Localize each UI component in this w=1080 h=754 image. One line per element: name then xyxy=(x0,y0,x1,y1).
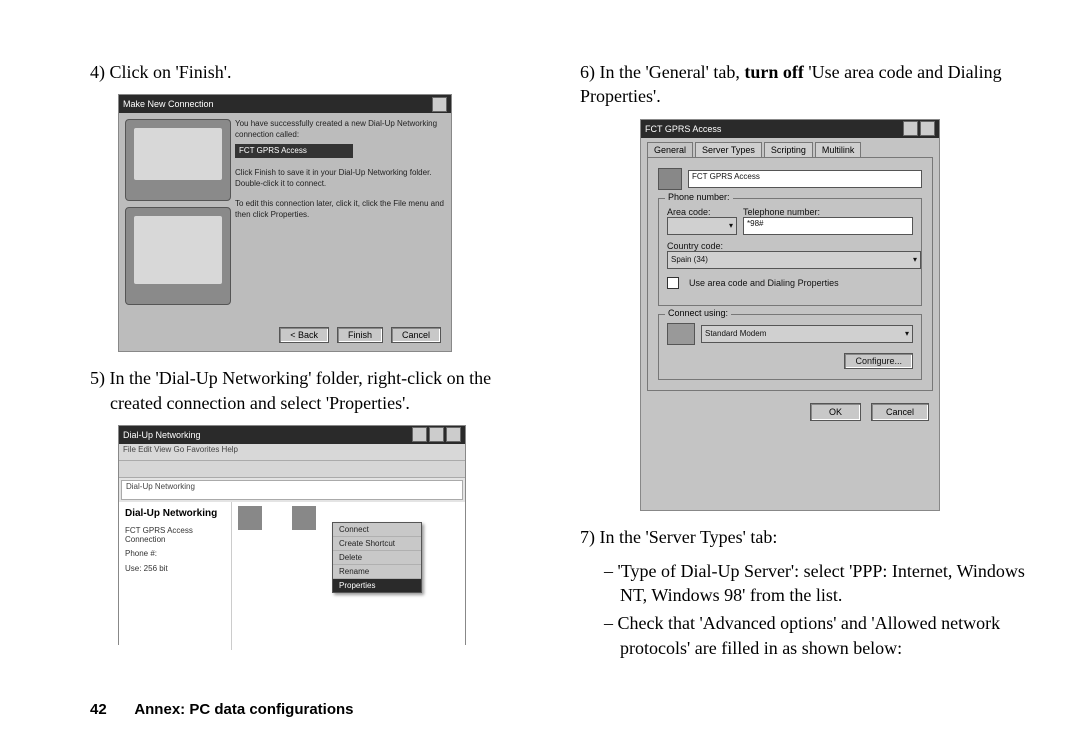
maximize-icon[interactable] xyxy=(429,427,444,442)
screenshot-make-new-connection: Make New Connection You have successfull… xyxy=(118,94,452,352)
side-item: Phone #: xyxy=(125,550,225,559)
country-field[interactable]: Spain (34)▾ xyxy=(667,251,921,269)
wizard-text-mid: Click Finish to save it in your Dial-Up … xyxy=(235,168,445,189)
chevron-down-icon: ▾ xyxy=(905,329,909,338)
window-title-2: Dial-Up Networking xyxy=(123,430,201,440)
titlebar: Make New Connection xyxy=(119,95,451,113)
context-menu: Connect Create Shortcut Delete Rename Pr… xyxy=(332,522,422,593)
wizard-graphic-top xyxy=(125,119,231,201)
titlebar-2: Dial-Up Networking xyxy=(119,426,465,444)
icon-connection[interactable] xyxy=(292,506,316,530)
page-footer: 42 Annex: PC data configurations xyxy=(90,701,354,718)
cancel-button[interactable]: Cancel xyxy=(871,403,929,421)
telephone-label: Telephone number: xyxy=(743,207,913,217)
step-6: 6) In the 'General' tab, turn off 'Use a… xyxy=(580,60,1030,109)
group-connect-legend: Connect using: xyxy=(665,308,731,318)
configure-button[interactable]: Configure... xyxy=(844,353,913,369)
close-icon[interactable] xyxy=(446,427,461,442)
side-heading: Dial-Up Networking xyxy=(125,508,225,519)
connection-icon xyxy=(658,168,682,190)
wizard-text-top: You have successfully created a new Dial… xyxy=(235,119,445,140)
menu-connect[interactable]: Connect xyxy=(333,523,421,537)
screenshot-properties-dialog: FCT GPRS Access General Server Types Scr… xyxy=(640,119,940,511)
help-icon[interactable] xyxy=(903,121,918,136)
group-connect: Connect using: Standard Modem▾ Configure… xyxy=(658,314,922,380)
menu-properties[interactable]: Properties xyxy=(333,579,421,592)
cancel-button[interactable]: Cancel xyxy=(391,327,441,343)
group-phone: Phone number: Area code: ▾ Telephone num… xyxy=(658,198,922,306)
titlebar-3: FCT GPRS Access xyxy=(641,120,939,138)
menu-delete[interactable]: Delete xyxy=(333,551,421,565)
country-label: Country code: xyxy=(667,241,913,251)
tab-scripting[interactable]: Scripting xyxy=(764,142,813,157)
checkbox-area-code[interactable] xyxy=(667,277,679,289)
modem-icon xyxy=(667,323,695,345)
group-phone-legend: Phone number: xyxy=(665,192,733,202)
wizard-text-bot: To edit this connection later, click it,… xyxy=(235,199,445,220)
toolbar[interactable] xyxy=(119,461,465,478)
area-code-label: Area code: xyxy=(667,207,737,217)
menu-shortcut[interactable]: Create Shortcut xyxy=(333,537,421,551)
window-title: Make New Connection xyxy=(123,99,214,109)
minimize-icon[interactable] xyxy=(412,427,427,442)
close-icon[interactable] xyxy=(920,121,935,136)
footer-title: Annex: PC data configurations xyxy=(134,701,353,718)
window-title-3: FCT GPRS Access xyxy=(645,124,721,134)
menu-bar[interactable]: File Edit View Go Favorites Help xyxy=(119,444,465,461)
icon-make-new[interactable] xyxy=(238,506,262,530)
ok-button[interactable]: OK xyxy=(810,403,861,421)
close-icon[interactable] xyxy=(432,97,447,112)
menu-rename[interactable]: Rename xyxy=(333,565,421,579)
step-4: 4) Click on 'Finish'. xyxy=(90,60,540,84)
side-item: FCT GPRS Access Connection xyxy=(125,527,225,545)
address-bar[interactable]: Dial-Up Networking xyxy=(121,480,463,500)
step-7: 7) In the 'Server Types' tab: xyxy=(580,525,1030,549)
chevron-down-icon: ▾ xyxy=(729,221,733,230)
modem-select[interactable]: Standard Modem▾ xyxy=(701,325,913,343)
finish-button[interactable]: Finish xyxy=(337,327,383,343)
tabs: General Server Types Scripting Multilink xyxy=(641,138,939,157)
chevron-down-icon: ▾ xyxy=(913,255,917,264)
tab-general[interactable]: General xyxy=(647,142,693,157)
step-7-bullet-2: – Check that 'Advanced options' and 'All… xyxy=(580,611,1030,660)
side-panel: Dial-Up Networking FCT GPRS Access Conne… xyxy=(119,502,231,650)
checkbox-area-code-label: Use area code and Dialing Properties xyxy=(689,278,839,288)
area-code-field[interactable]: ▾ xyxy=(667,217,737,235)
wizard-graphic-bottom xyxy=(125,207,231,305)
folder-view[interactable]: Connect Create Shortcut Delete Rename Pr… xyxy=(231,502,465,650)
tab-multilink[interactable]: Multilink xyxy=(815,142,862,157)
step-7-bullet-1: – 'Type of Dial-Up Server': select 'PPP:… xyxy=(580,559,1030,608)
page-number: 42 xyxy=(90,701,107,718)
connection-name[interactable]: FCT GPRS Access xyxy=(688,170,922,188)
telephone-field[interactable]: *98# xyxy=(743,217,913,235)
connection-name-field: FCT GPRS Access xyxy=(235,144,353,158)
step-5: 5) In the 'Dial-Up Networking' folder, r… xyxy=(90,366,540,415)
tab-server-types[interactable]: Server Types xyxy=(695,142,762,157)
screenshot-dialup-folder: Dial-Up Networking File Edit View Go Fav… xyxy=(118,425,466,645)
side-item: Use: 256 bit xyxy=(125,565,225,574)
back-button[interactable]: < Back xyxy=(279,327,329,343)
